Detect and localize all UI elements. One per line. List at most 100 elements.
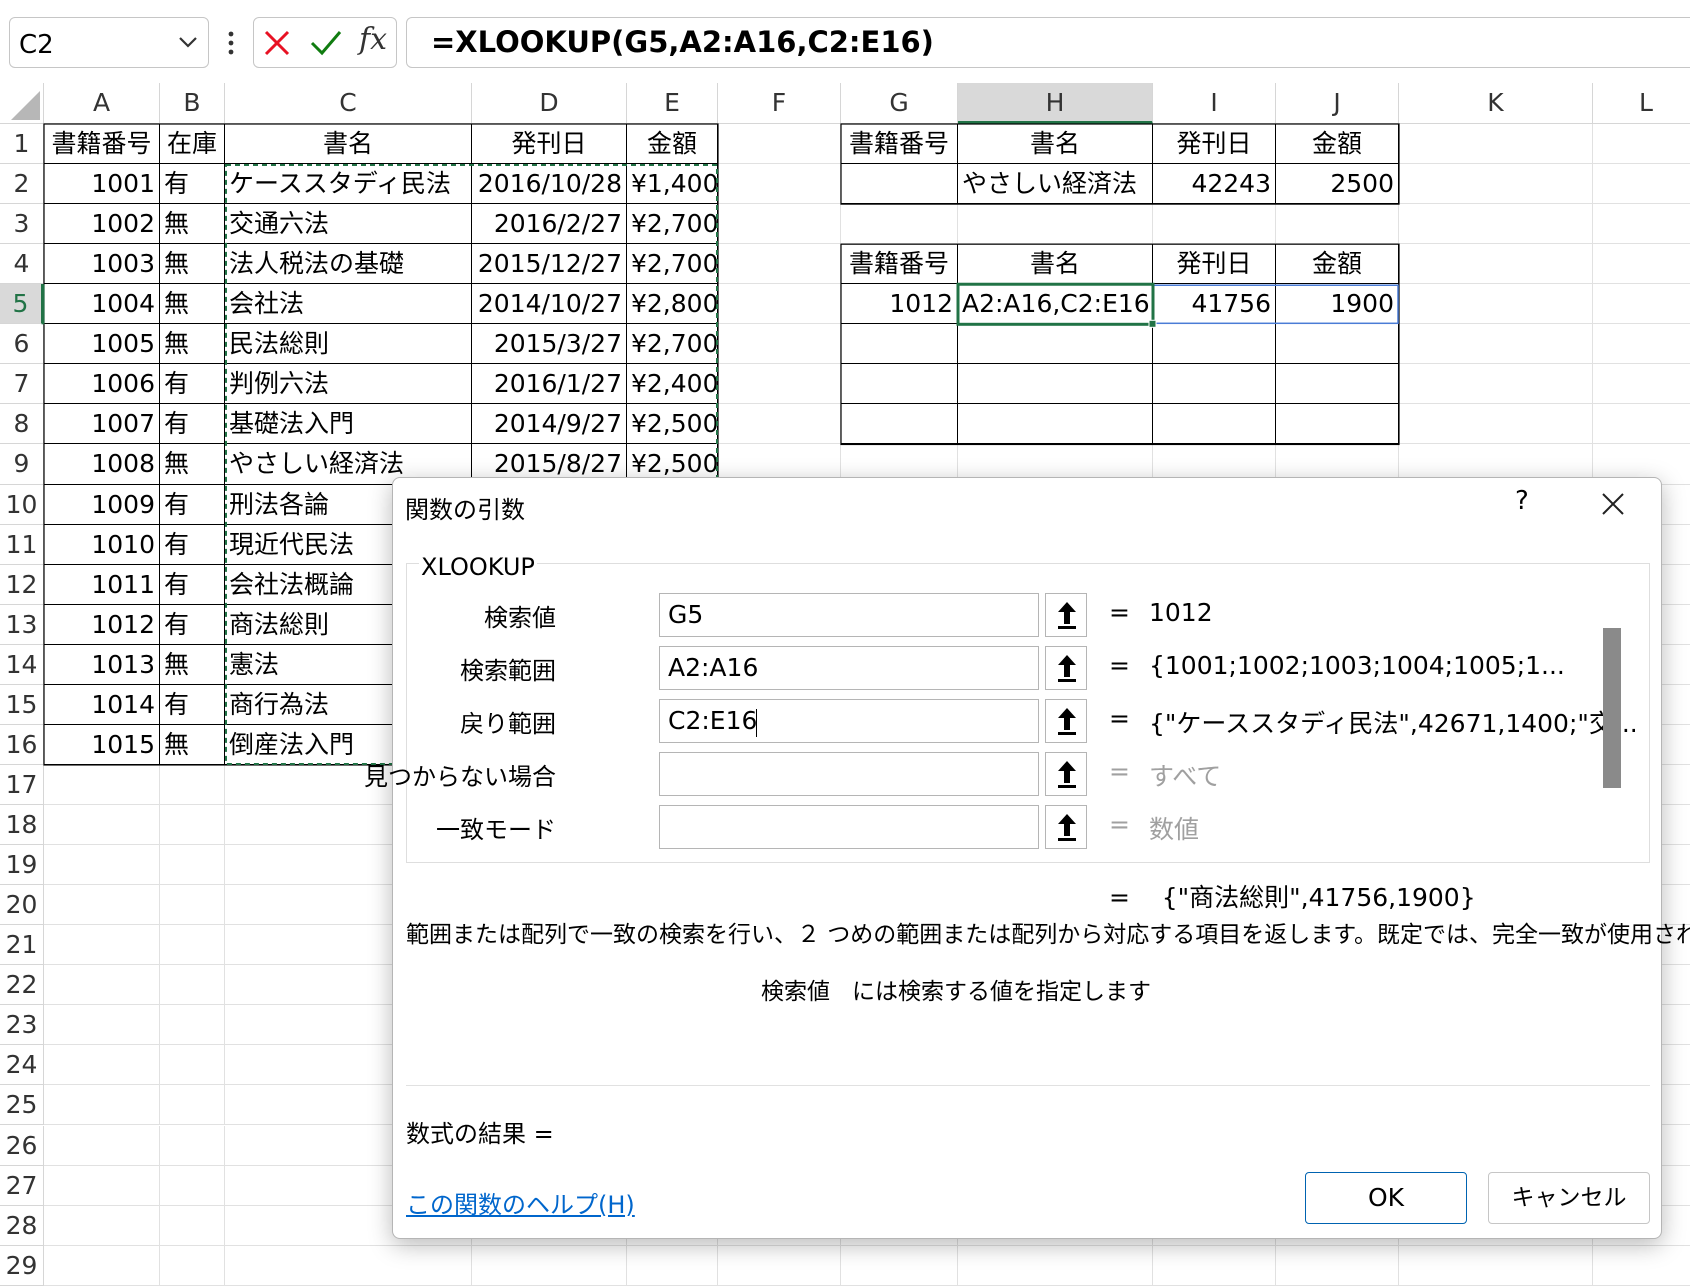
grid-cell[interactable] [44, 885, 160, 926]
lookup-empty-cell[interactable] [1153, 364, 1276, 405]
table-cell[interactable]: 民法総則 [225, 324, 472, 365]
table-cell[interactable]: 無 [160, 204, 225, 245]
lookup-cell[interactable] [841, 164, 958, 205]
lookup-empty-cell[interactable] [1153, 324, 1276, 365]
table-cell[interactable]: 1012 [44, 604, 160, 645]
grid-cell[interactable] [627, 1245, 718, 1286]
lookup-cell[interactable]: 42243 [1153, 164, 1276, 205]
row-header-14[interactable]: 14 [0, 644, 44, 685]
row-header-28[interactable]: 28 [0, 1205, 44, 1246]
table-cell[interactable]: 無 [160, 324, 225, 365]
table-cell[interactable]: 1006 [44, 364, 160, 405]
grid-cell[interactable] [1593, 244, 1690, 285]
table-cell[interactable]: 2015/12/27 [472, 244, 627, 285]
table-cell[interactable]: 2016/1/27 [472, 364, 627, 405]
lookup-empty-cell[interactable] [958, 404, 1153, 445]
table-cell[interactable]: 1013 [44, 644, 160, 685]
grid-cell[interactable] [160, 1125, 225, 1166]
grid-cell[interactable] [1593, 364, 1690, 405]
grid-cell[interactable] [160, 885, 225, 926]
row-header-6[interactable]: 6 [0, 324, 44, 365]
collapse-dialog-button[interactable] [1045, 699, 1087, 743]
grid-cell[interactable] [44, 764, 160, 805]
row-header-5[interactable]: 5 [0, 284, 44, 325]
row-header-4[interactable]: 4 [0, 244, 44, 285]
grid-cell[interactable] [1276, 1245, 1399, 1286]
grid-cell[interactable] [1153, 204, 1276, 245]
table-header-cell[interactable]: 書名 [225, 124, 472, 165]
grid-cell[interactable] [160, 965, 225, 1006]
table-header-cell[interactable]: 在庫 [160, 124, 225, 165]
row-header-20[interactable]: 20 [0, 885, 44, 926]
row-header-24[interactable]: 24 [0, 1045, 44, 1086]
row-header-2[interactable]: 2 [0, 164, 44, 205]
table-cell[interactable]: 2016/2/27 [472, 204, 627, 245]
arg-input[interactable]: A2:A16 [659, 646, 1039, 690]
grid-cell[interactable] [718, 124, 841, 165]
grid-cell[interactable] [44, 1205, 160, 1246]
table-cell[interactable]: ¥2,400 [627, 364, 718, 405]
table-cell[interactable]: 有 [160, 564, 225, 605]
table-cell[interactable]: 1003 [44, 244, 160, 285]
table-cell[interactable]: 有 [160, 604, 225, 645]
row-header-15[interactable]: 15 [0, 684, 44, 725]
grid-cell[interactable] [160, 845, 225, 886]
grid-cell[interactable] [1593, 1246, 1690, 1286]
table-cell[interactable]: 無 [160, 244, 225, 285]
grid-cell[interactable] [225, 1245, 472, 1286]
grid-cell[interactable] [160, 925, 225, 966]
lookup-header-cell[interactable]: 書名 [958, 124, 1153, 165]
arg-input[interactable] [659, 805, 1039, 849]
row-header-3[interactable]: 3 [0, 204, 44, 245]
row-header-13[interactable]: 13 [0, 604, 44, 645]
arg-input[interactable] [659, 752, 1039, 796]
lookup-header-cell[interactable]: 発刊日 [1153, 244, 1276, 285]
table-cell[interactable]: 1007 [44, 404, 160, 445]
lookup-header-cell[interactable]: 金額 [1276, 124, 1399, 165]
grid-cell[interactable] [958, 1245, 1153, 1286]
cancel-button[interactable]: キャンセル [1488, 1172, 1650, 1224]
table-cell[interactable]: 1002 [44, 204, 160, 245]
column-header-a[interactable]: A [44, 83, 160, 124]
grid-cell[interactable] [718, 364, 841, 405]
collapse-dialog-button[interactable] [1045, 805, 1087, 849]
row-header-22[interactable]: 22 [0, 965, 44, 1006]
grid-cell[interactable] [44, 1165, 160, 1206]
close-icon[interactable] [1599, 490, 1627, 518]
table-cell[interactable]: 法人税法の基礎 [225, 244, 472, 285]
row-header-16[interactable]: 16 [0, 724, 44, 765]
column-header-l[interactable]: L [1593, 83, 1690, 124]
row-header-25[interactable]: 25 [0, 1085, 44, 1126]
lookup-cell[interactable]: 41756 [1153, 284, 1276, 325]
grid-cell[interactable] [718, 164, 841, 205]
column-header-j[interactable]: J [1276, 83, 1399, 124]
grid-cell[interactable] [1399, 324, 1593, 365]
grid-cell[interactable] [718, 284, 841, 325]
grid-cell[interactable] [1593, 164, 1690, 205]
help-icon[interactable]: ? [1515, 486, 1529, 516]
lookup-empty-cell[interactable] [841, 404, 958, 445]
grid-cell[interactable] [1593, 124, 1690, 165]
column-header-g[interactable]: G [841, 83, 958, 124]
row-header-12[interactable]: 12 [0, 564, 44, 605]
row-header-21[interactable]: 21 [0, 925, 44, 966]
select-all-corner[interactable] [0, 83, 44, 124]
grid-cell[interactable] [1399, 204, 1593, 245]
grid-cell[interactable] [718, 204, 841, 245]
table-cell[interactable]: ケーススタディ民法 [225, 164, 472, 205]
row-header-1[interactable]: 1 [0, 124, 44, 165]
table-cell[interactable]: 1005 [44, 324, 160, 365]
grid-cell[interactable] [160, 1165, 225, 1206]
lookup-empty-cell[interactable] [1276, 404, 1399, 445]
table-cell[interactable]: 有 [160, 684, 225, 725]
grid-cell[interactable] [1593, 284, 1690, 325]
arg-input[interactable]: G5 [659, 593, 1039, 637]
column-header-b[interactable]: B [160, 83, 225, 124]
collapse-dialog-button[interactable] [1045, 752, 1087, 796]
grid-cell[interactable] [841, 204, 958, 245]
lookup-header-cell[interactable]: 書籍番号 [841, 124, 958, 165]
grid-cell[interactable] [44, 1005, 160, 1046]
lookup-cell[interactable]: やさしい経済法 [958, 164, 1153, 205]
lookup-header-cell[interactable]: 書籍番号 [841, 244, 958, 285]
table-cell[interactable]: 有 [160, 364, 225, 405]
